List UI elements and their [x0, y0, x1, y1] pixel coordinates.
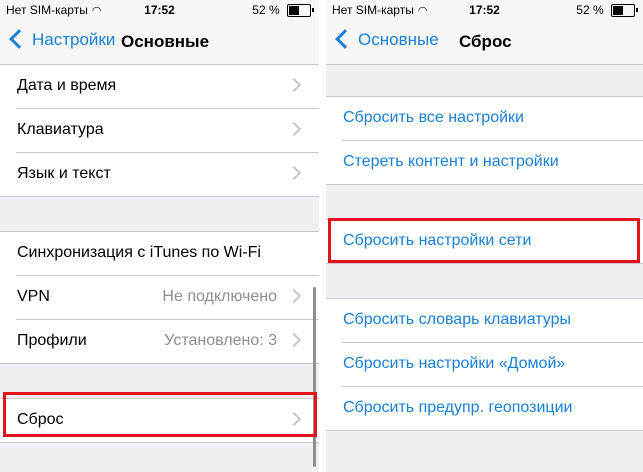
chevron-right-icon — [286, 288, 302, 304]
row-label: Сбросить словарь клавиатуры — [343, 311, 571, 328]
profiles-status: Установлено: 3 — [164, 332, 277, 349]
reset-home-layout[interactable]: Сбросить настройки «Домой» — [342, 343, 643, 387]
row-label: Синхронизация с iTunes по Wi-Fi — [17, 244, 261, 261]
battery-indicator: 52 % — [576, 3, 638, 18]
row-date-time[interactable]: Дата и время — [16, 65, 319, 109]
battery-indicator: 52 % — [252, 3, 314, 18]
reset-group-all: Сбросить все настройки Стереть контент и… — [326, 96, 643, 185]
reset-location-warnings[interactable]: Сбросить предупр. геопозиции — [342, 387, 643, 430]
erase-content-settings[interactable]: Стереть контент и настройки — [342, 141, 643, 184]
settings-group-datetime: Дата и время Клавиатура Язык и текст — [0, 65, 319, 197]
row-label: Сбросить все настройки — [343, 109, 524, 126]
back-button-general[interactable]: Основные — [334, 28, 439, 50]
row-profiles[interactable]: Профили Установлено: 3 — [16, 320, 319, 363]
chevron-left-icon — [335, 28, 355, 49]
row-label: Сбросить настройки «Домой» — [343, 355, 566, 372]
navigation-bar: Настройки Основные — [0, 20, 319, 65]
battery-icon — [287, 4, 314, 18]
settings-group-sync: Синхронизация с iTunes по Wi-Fi VPN Не по… — [0, 231, 319, 364]
row-itunes-wifi-sync[interactable]: Синхронизация с iTunes по Wi-Fi — [16, 232, 319, 276]
row-label: Профили — [17, 332, 87, 349]
scrollbar[interactable] — [313, 287, 316, 467]
row-label: Сброс — [17, 411, 64, 428]
row-label: Дата и время — [17, 77, 117, 94]
status-bar: Нет SIM-карты ◠ 17:52 52 % — [0, 0, 319, 20]
row-label: Язык и текст — [17, 165, 111, 182]
reset-screen: Нет SIM-карты ◠ 17:52 52 % Основные Сброс… — [326, 0, 643, 472]
reset-all-settings[interactable]: Сбросить все настройки — [342, 97, 643, 141]
battery-icon — [611, 4, 638, 18]
row-reset[interactable]: Сброс — [16, 399, 319, 442]
chevron-right-icon — [286, 121, 302, 137]
reset-group-network: Сбросить настройки сети — [326, 219, 643, 264]
row-vpn[interactable]: VPN Не подключено — [16, 276, 319, 320]
row-label: Стереть контент и настройки — [343, 153, 559, 170]
row-label: VPN — [17, 288, 50, 305]
page-title: Основные — [121, 32, 210, 51]
chevron-right-icon — [286, 332, 302, 348]
row-label: Сбросить настройки сети — [343, 232, 532, 249]
navigation-bar: Основные Сброс — [326, 20, 643, 65]
reset-keyboard-dictionary[interactable]: Сбросить словарь клавиатуры — [342, 299, 643, 343]
chevron-right-icon — [286, 411, 302, 427]
vpn-status: Не подключено — [162, 288, 277, 305]
row-language-text[interactable]: Язык и текст — [16, 153, 319, 196]
back-button-settings[interactable]: Настройки — [8, 28, 115, 50]
settings-general-screen: Нет SIM-карты ◠ 17:52 52 % Настройки Осно… — [0, 0, 319, 472]
chevron-right-icon — [286, 165, 302, 181]
chevron-left-icon — [9, 28, 29, 49]
row-keyboard[interactable]: Клавиатура — [16, 109, 319, 153]
chevron-right-icon — [286, 77, 302, 93]
reset-network-settings[interactable]: Сбросить настройки сети — [342, 220, 643, 263]
row-label: Клавиатура — [17, 121, 104, 138]
row-label: Сбросить предупр. геопозиции — [343, 399, 573, 416]
reset-group-misc: Сбросить словарь клавиатуры Сбросить нас… — [326, 298, 643, 431]
page-title: Сброс — [459, 32, 512, 51]
status-bar: Нет SIM-карты ◠ 17:52 52 % — [326, 0, 643, 20]
settings-group-reset: Сброс — [0, 398, 319, 443]
